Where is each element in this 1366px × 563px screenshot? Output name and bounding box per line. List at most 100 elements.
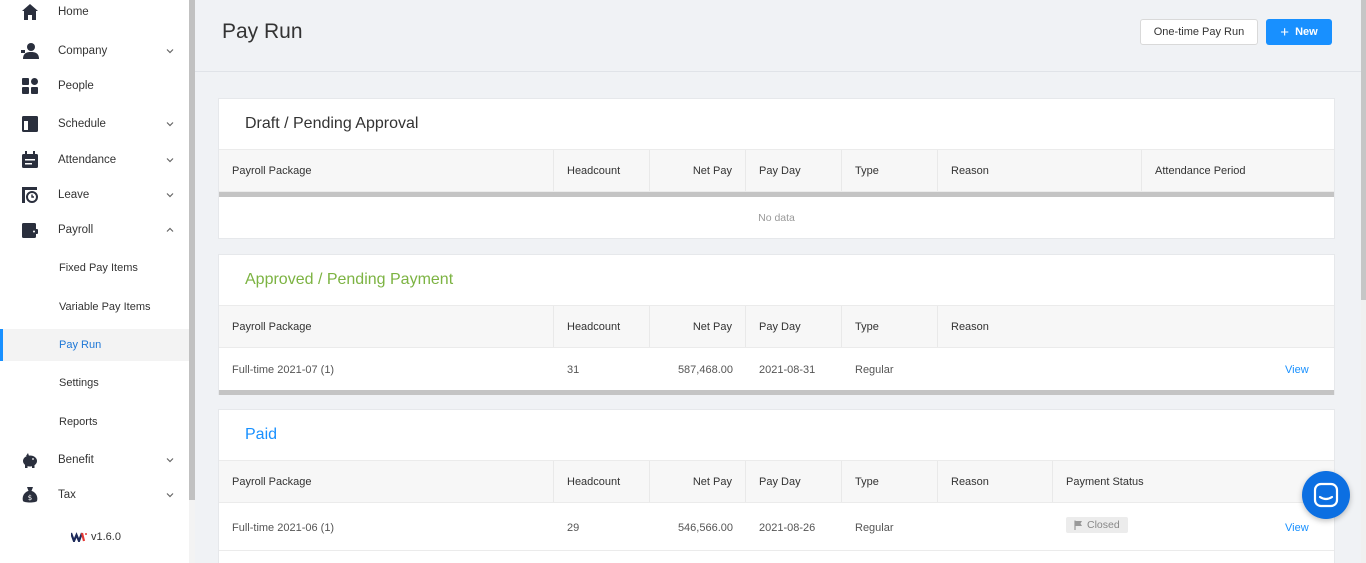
column-header[interactable]: Headcount (554, 150, 650, 191)
version-info: v1.6.0 (71, 531, 121, 543)
chevron-up-icon (165, 225, 175, 235)
cell-type: Regular (855, 521, 894, 534)
plus-icon: + (1280, 23, 1290, 41)
cell-pay-day: 2021-08-26 (759, 521, 816, 534)
sidebar-item-schedule[interactable]: Schedule (0, 108, 189, 140)
column-header[interactable]: Pay Day (746, 461, 842, 502)
sidebar-item-label: Home (58, 6, 89, 18)
sidebar-item-tax[interactable]: $ Tax (0, 479, 189, 511)
column-header[interactable]: Reason (938, 150, 1142, 191)
cell-net-pay: 546,566.00 (677, 521, 733, 534)
cell-headcount: 31 (567, 363, 580, 376)
sidebar-item-settings[interactable]: Settings (0, 367, 189, 399)
cell-pay-day: 2021-08-31 (759, 363, 816, 376)
cell-package: Full-time 2021-07 (1) (232, 363, 335, 376)
sidebar-item-home[interactable]: Home (0, 0, 189, 28)
paid-section: Paid Payroll Package Headcount Net Pay P… (218, 409, 1335, 563)
empty-state: No data (758, 212, 795, 224)
home-icon (21, 3, 39, 21)
page-header: Pay Run One-time Pay Run + New (195, 0, 1361, 72)
status-badge: Closed (1066, 517, 1128, 533)
column-header[interactable]: Payment Status (1053, 461, 1334, 502)
chat-launcher-button[interactable] (1302, 471, 1350, 519)
piggy-bank-icon (21, 451, 39, 469)
leave-icon (21, 186, 39, 204)
column-header[interactable]: Attendance Period (1142, 150, 1334, 191)
column-header[interactable]: Net Pay (650, 150, 746, 191)
row-divider (219, 550, 1334, 551)
table-row[interactable]: Full-time 2021-06 (1) 29 546,566.00 2021… (219, 506, 1334, 549)
version-label: v1.6.0 (91, 531, 121, 543)
column-header[interactable]: Type (842, 461, 938, 502)
column-header[interactable]: Reason (938, 461, 1053, 502)
main-scrollbar-thumb[interactable] (1361, 0, 1366, 300)
sidebar-item-benefit[interactable]: Benefit (0, 444, 189, 476)
cell-type: Regular (855, 363, 894, 376)
approved-title: Approved / Pending Payment (245, 271, 454, 288)
column-header[interactable]: Headcount (554, 461, 650, 502)
table-scrollbar[interactable] (219, 390, 1334, 395)
svg-text:$: $ (28, 494, 32, 502)
sidebar-item-label: Attendance (58, 154, 117, 166)
cell-package: Full-time 2021-06 (1) (232, 521, 335, 534)
sidebar-item-label: Payroll (58, 224, 94, 236)
draft-section: Draft / Pending Approval Payroll Package… (218, 98, 1335, 239)
sidebar-item-label: Schedule (58, 118, 106, 130)
sidebar-item-label: Fixed Pay Items (59, 262, 138, 274)
sidebar-item-label: Company (58, 45, 108, 57)
wallet-icon (21, 221, 39, 239)
app-logo-icon (71, 532, 87, 542)
sidebar-item-label: Reports (59, 416, 98, 428)
sidebar-item-people[interactable]: People (0, 70, 189, 102)
sidebar-scrollbar-thumb[interactable] (189, 0, 195, 500)
flag-icon (1074, 520, 1082, 530)
cell-net-pay: 587,468.00 (677, 363, 733, 376)
new-button[interactable]: + New (1266, 19, 1332, 45)
sidebar-item-variable-pay-items[interactable]: Variable Pay Items (0, 291, 189, 323)
column-header[interactable]: Type (842, 150, 938, 191)
sidebar-item-label: People (58, 80, 94, 92)
approved-section: Approved / Pending Payment Payroll Packa… (218, 254, 1335, 395)
column-header[interactable]: Net Pay (650, 306, 746, 347)
new-button-label: New (1295, 26, 1318, 38)
table-scrollbar[interactable] (219, 192, 1334, 197)
column-header[interactable]: Net Pay (650, 461, 746, 502)
sidebar: Home Company People Schedule Attendance … (0, 0, 189, 563)
column-header[interactable]: Payroll Package (219, 306, 554, 347)
view-link-label[interactable]: View (1285, 522, 1309, 534)
money-bag-icon: $ (21, 486, 39, 504)
sidebar-item-attendance[interactable]: Attendance (0, 144, 189, 176)
column-header[interactable]: Reason (938, 306, 1334, 347)
cell-payment-status: Closed (1053, 506, 1253, 549)
column-header[interactable]: Type (842, 306, 938, 347)
sidebar-item-payroll[interactable]: Payroll (0, 214, 189, 246)
paid-title: Paid (245, 426, 278, 443)
cell-reason (938, 348, 1238, 391)
chevron-down-icon (165, 190, 175, 200)
column-header[interactable]: Pay Day (746, 150, 842, 191)
sidebar-item-leave[interactable]: Leave (0, 179, 189, 211)
column-header[interactable]: Headcount (554, 306, 650, 347)
sidebar-item-label: Leave (58, 189, 90, 201)
sidebar-item-label: Tax (58, 489, 76, 501)
view-link[interactable]: View (1272, 348, 1332, 391)
paid-table-header: Payroll Package Headcount Net Pay Pay Da… (219, 460, 1334, 503)
draft-table-header: Payroll Package Headcount Net Pay Pay Da… (219, 149, 1334, 192)
sidebar-item-label: Variable Pay Items (59, 301, 151, 313)
sidebar-item-fixed-pay-items[interactable]: Fixed Pay Items (0, 252, 189, 284)
chevron-down-icon (165, 455, 175, 465)
approved-table-header: Payroll Package Headcount Net Pay Pay Da… (219, 305, 1334, 348)
table-row[interactable]: Full-time 2021-07 (1) 31 587,468.00 2021… (219, 348, 1334, 391)
column-header[interactable]: Payroll Package (219, 461, 554, 502)
column-header[interactable]: Pay Day (746, 306, 842, 347)
one-time-pay-run-button[interactable]: One-time Pay Run (1140, 19, 1258, 45)
column-header[interactable]: Payroll Package (219, 150, 554, 191)
chat-icon (1313, 482, 1339, 508)
sidebar-item-reports[interactable]: Reports (0, 406, 189, 438)
chevron-down-icon (165, 155, 175, 165)
chevron-down-icon (165, 46, 175, 56)
status-label: Closed (1087, 519, 1120, 531)
sidebar-item-company[interactable]: Company (0, 35, 189, 67)
view-link-label[interactable]: View (1285, 364, 1309, 376)
sidebar-item-pay-run[interactable]: Pay Run (0, 329, 189, 361)
